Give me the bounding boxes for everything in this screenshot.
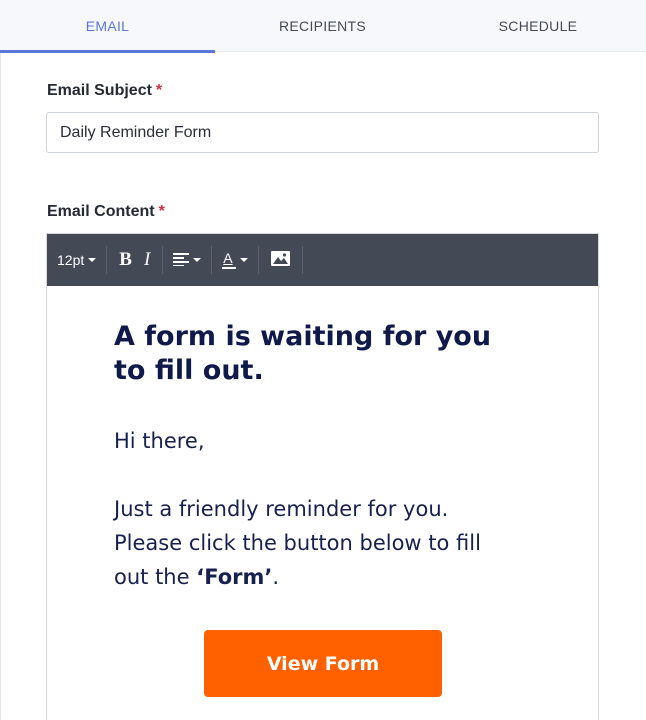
italic-button[interactable]: I <box>138 234 156 286</box>
email-greeting: Hi there, <box>114 429 205 453</box>
email-subject-label-text: Email Subject <box>47 82 152 99</box>
toolbar-divider <box>106 246 108 274</box>
insert-image-button[interactable] <box>265 234 296 286</box>
align-dropdown[interactable] <box>169 234 205 286</box>
font-size-value: 12pt <box>57 252 85 268</box>
tab-bar: EMAIL RECIPIENTS SCHEDULE <box>0 0 646 53</box>
toolbar-divider <box>211 246 213 274</box>
email-content-editor[interactable]: 12pt B I A A form is waiting for you to … <box>46 233 599 720</box>
text-color-icon: A <box>222 250 237 270</box>
email-preview-body[interactable]: A form is waiting for you to fill out. H… <box>114 320 514 594</box>
left-border <box>0 0 1 720</box>
email-subject-label: Email Subject * <box>47 82 162 100</box>
chevron-down-icon <box>88 258 97 262</box>
image-icon <box>271 251 291 269</box>
text-color-dropdown[interactable]: A <box>218 234 252 286</box>
bold-button[interactable]: B <box>113 234 138 286</box>
view-form-button[interactable]: View Form <box>204 630 442 697</box>
email-message-end: . <box>272 565 280 589</box>
toolbar-divider <box>162 246 164 274</box>
email-subject-input[interactable] <box>46 112 599 153</box>
email-message-form-name: ‘Form’ <box>196 565 273 589</box>
tab-schedule[interactable]: SCHEDULE <box>430 0 646 52</box>
required-mark: * <box>155 82 163 99</box>
font-size-dropdown[interactable]: 12pt <box>57 234 100 286</box>
align-left-icon <box>173 252 190 269</box>
email-content-label-text: Email Content <box>47 203 155 220</box>
editor-toolbar: 12pt B I A <box>47 234 598 286</box>
required-mark: * <box>158 203 165 220</box>
color-underline <box>222 267 237 269</box>
tab-recipients[interactable]: RECIPIENTS <box>215 0 430 52</box>
toolbar-divider <box>258 246 260 274</box>
chevron-down-icon <box>193 258 202 262</box>
email-message: Just a friendly reminder for you. Please… <box>114 492 514 594</box>
email-message-text: Just a friendly reminder for you. Please… <box>114 497 481 589</box>
email-heading: A form is waiting for you to fill out. <box>114 321 492 386</box>
chevron-down-icon <box>240 258 249 262</box>
toolbar-divider <box>302 246 304 274</box>
text-color-letter: A <box>223 250 233 266</box>
email-content-label: Email Content * <box>47 203 165 221</box>
tab-email[interactable]: EMAIL <box>0 0 215 53</box>
